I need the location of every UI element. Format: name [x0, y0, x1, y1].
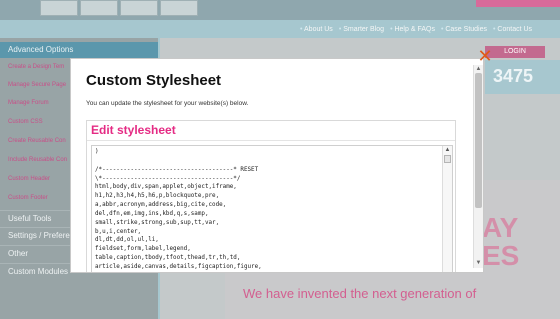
- scrollbar-thumb[interactable]: [444, 155, 451, 163]
- login-button: LOGIN: [485, 46, 545, 58]
- hero-big-line: AY: [482, 212, 519, 243]
- toolbar-tab: [40, 0, 78, 16]
- scroll-down-arrow-icon[interactable]: ▼: [475, 260, 482, 267]
- hero-tagline: We have invented the next generation of: [243, 286, 477, 301]
- nav-help-faqs: Help & FAQs: [390, 26, 434, 33]
- nav-case-studies: Case Studies: [441, 26, 487, 33]
- top-nav: About Us Smarter Blog Help & FAQs Case S…: [300, 26, 532, 33]
- toolbar-tab: [160, 0, 198, 16]
- modal-scrollbar[interactable]: ▲ ▼: [473, 65, 483, 268]
- scrollbar-thumb[interactable]: [475, 73, 482, 208]
- toolbar-tab: [80, 0, 118, 16]
- top-pink-button: [476, 0, 560, 7]
- hero-big-text: AY ES: [482, 214, 519, 270]
- nav-smarter-blog: Smarter Blog: [339, 26, 384, 33]
- panel-title: Edit stylesheet: [87, 121, 455, 141]
- modal-description: You can update the stylesheet for your w…: [86, 100, 249, 107]
- close-icon[interactable]: ✕: [477, 48, 493, 66]
- nav-contact-us: Contact Us: [493, 26, 532, 33]
- textarea-scrollbar[interactable]: ▲: [442, 146, 452, 272]
- toolbar-tab: [120, 0, 158, 16]
- stylesheet-textarea[interactable]: ) /*------------------------------------…: [91, 145, 453, 272]
- custom-stylesheet-modal: Custom Stylesheet You can update the sty…: [70, 58, 484, 273]
- edit-stylesheet-panel: Edit stylesheet ) /*--------------------…: [86, 120, 456, 272]
- sidebar-heading-advanced-options: Advanced Options: [0, 42, 158, 58]
- modal-title: Custom Stylesheet: [86, 72, 222, 89]
- scroll-up-arrow-icon[interactable]: ▲: [444, 147, 451, 154]
- stylesheet-content[interactable]: ) /*------------------------------------…: [95, 148, 420, 272]
- phone-banner: 3475: [485, 60, 560, 94]
- hero-big-line: ES: [482, 240, 520, 271]
- nav-about-us: About Us: [300, 26, 333, 33]
- scroll-up-arrow-icon[interactable]: ▲: [475, 66, 482, 73]
